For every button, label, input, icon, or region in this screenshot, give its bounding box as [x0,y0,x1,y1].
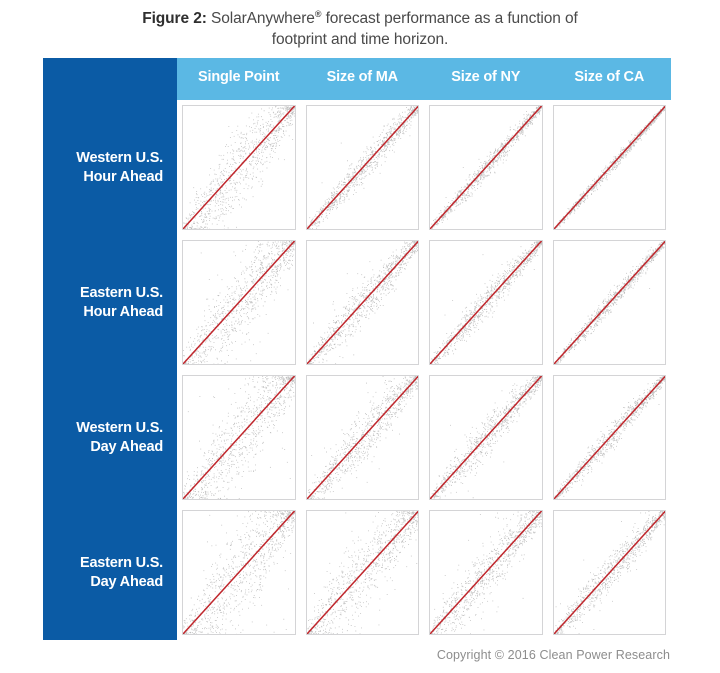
identity-reference-line [430,511,542,634]
figure-container: Figure 2: SolarAnywhere® forecast perfor… [0,0,720,673]
identity-reference-line [183,511,295,634]
column-header-1: Single Point [198,69,280,85]
identity-reference-line [183,241,295,364]
scatter-plot-cell [182,510,296,635]
scatter-plot-cell [305,510,419,635]
column-header-3: Size of NY [451,69,521,85]
identity-reference-line [554,511,666,634]
row-header-3: Western U.S. Day Ahead [43,419,163,457]
scatter-plot-cell [552,105,666,230]
figure-caption-label: Figure 2: [142,10,207,28]
figure-caption-line2: footprint and time horizon. [271,31,449,49]
row-header-line2: Hour Ahead [83,168,163,185]
figure-caption-text-b: forecast performance as a function of [321,10,578,28]
identity-reference-line [183,376,295,499]
scatter-plot-cell [305,375,419,500]
copyright-notice: Copyright © 2016 Clean Power Research [436,648,670,662]
column-header-4: Size of CA [574,69,645,85]
row-header-line1: Western U.S. [76,149,163,166]
row-header-line2: Day Ahead [90,573,163,590]
identity-reference-line [554,376,666,499]
scatter-plot-cell [429,375,543,500]
scatter-plot-cell [429,240,543,365]
identity-reference-line [183,106,295,229]
row-header-line1: Eastern U.S. [79,284,163,301]
identity-reference-line [307,106,419,229]
scatter-plot-cell [429,105,543,230]
identity-reference-line [307,241,419,364]
scatter-plot-cell [552,375,666,500]
identity-reference-line [554,106,666,229]
scatter-plot-cell [182,375,296,500]
scatter-plot-cell [552,240,666,365]
identity-reference-line [430,241,542,364]
identity-reference-line [430,106,542,229]
row-header-4: Eastern U.S. Day Ahead [43,554,163,592]
row-header-line2: Day Ahead [90,438,163,455]
scatter-plot-grid [177,100,671,640]
scatter-plot-cell [182,105,296,230]
figure-caption: Figure 2: SolarAnywhere® forecast perfor… [70,4,650,50]
row-header-line1: Eastern U.S. [79,554,163,571]
row-header-2: Eastern U.S. Hour Ahead [43,284,163,322]
identity-reference-line [307,511,419,634]
scatter-plot-cell [552,510,666,635]
plot-matrix: Western U.S. Hour Ahead Eastern U.S. Hour A… [43,58,671,640]
scatter-plot-cell [305,105,419,230]
identity-reference-line [430,376,542,499]
scatter-plot-cell [305,240,419,365]
row-header-line2: Hour Ahead [83,303,163,320]
scatter-plot-cell [182,240,296,365]
row-label-sidebar: Western U.S. Hour Ahead Eastern U.S. Hour A… [43,58,177,640]
column-header-band: Single Point Size of MA Size of NY Size of … [177,58,671,100]
row-header-1: Western U.S. Hour Ahead [43,149,163,187]
identity-reference-line [307,376,419,499]
row-header-line1: Western U.S. [76,419,163,436]
identity-reference-line [554,241,666,364]
column-header-2: Size of MA [326,69,399,85]
scatter-plot-cell [429,510,543,635]
figure-caption-text-a: SolarAnywhere [206,10,315,28]
